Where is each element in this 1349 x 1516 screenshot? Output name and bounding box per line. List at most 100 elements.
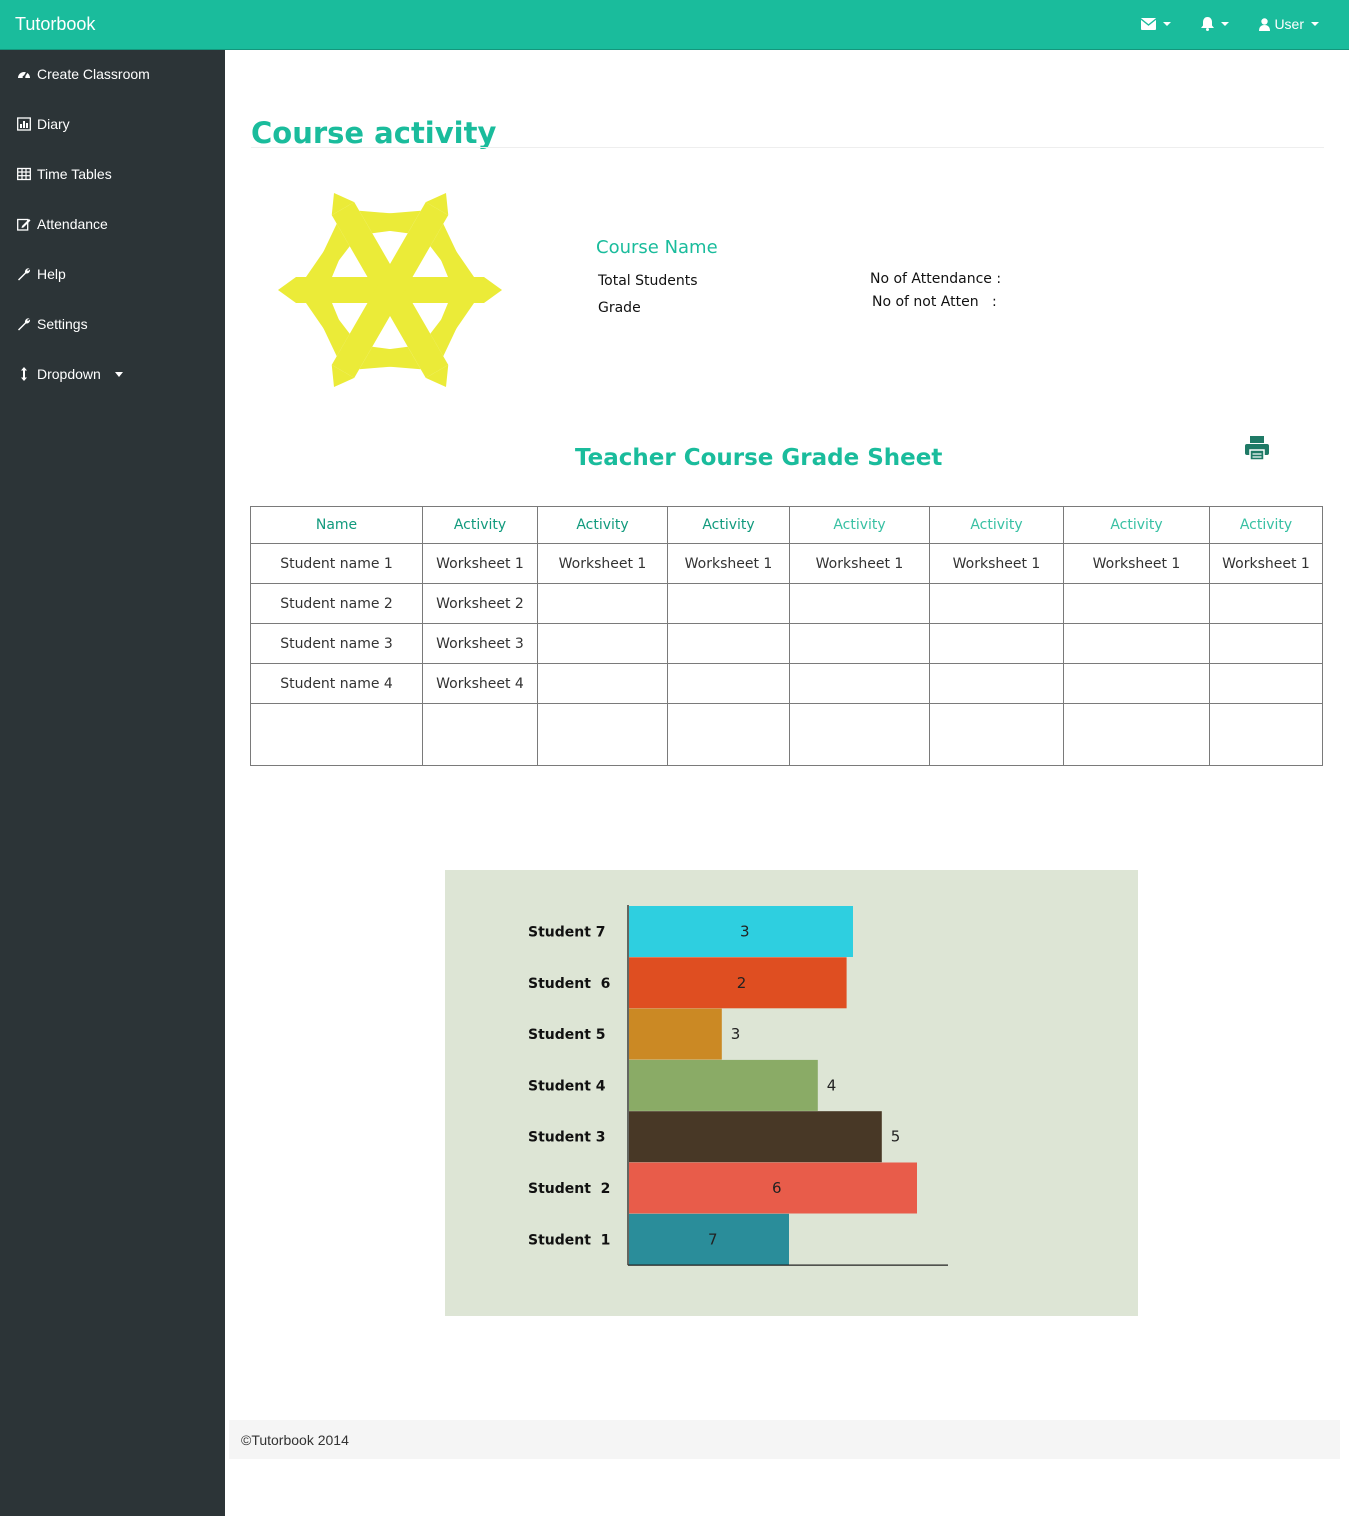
empty-cell xyxy=(537,703,668,766)
chart-value-label: 3 xyxy=(740,923,750,941)
page-title: Course activity xyxy=(251,116,497,150)
activity-cell xyxy=(537,623,668,664)
user-label: User xyxy=(1274,16,1304,32)
sidebar-item-create-classroom[interactable]: Create Classroom xyxy=(17,66,150,82)
caret-down-icon xyxy=(114,371,123,377)
sidebar-item-label: Diary xyxy=(37,116,70,132)
grade-label: Grade xyxy=(598,300,641,316)
chart-category-label: Student 6 xyxy=(528,976,610,992)
activity-cell: Worksheet 4 xyxy=(422,663,538,704)
column-header-activity: Activity xyxy=(1063,506,1210,544)
wrench-icon xyxy=(18,268,31,281)
activity-cell: Worksheet 1 xyxy=(789,543,930,584)
chart-category-label: Student 4 xyxy=(528,1078,606,1094)
activity-cell xyxy=(789,583,930,624)
activity-cell xyxy=(929,663,1064,704)
bell-icon xyxy=(1201,17,1215,31)
sidebar-item-label: Help xyxy=(37,266,66,282)
student-name-cell: Student name 4 xyxy=(250,663,423,704)
empty-cell xyxy=(250,703,423,766)
dashboard-icon xyxy=(18,71,30,79)
activity-cell xyxy=(537,583,668,624)
activity-cell: Worksheet 1 xyxy=(1063,543,1210,584)
activity-cell xyxy=(537,663,668,704)
activity-cell: Worksheet 2 xyxy=(422,583,538,624)
sidebar-item-label: Settings xyxy=(37,316,88,332)
activity-cell: Worksheet 1 xyxy=(929,543,1064,584)
footer: ©Tutorbook 2014 xyxy=(229,1420,1340,1459)
activity-cell xyxy=(929,583,1064,624)
table-icon xyxy=(17,167,31,181)
sidebar-item-label: Time Tables xyxy=(37,166,112,182)
activity-cell xyxy=(789,623,930,664)
table-row: Student name 2 Worksheet 2 xyxy=(250,583,1323,624)
student-name-cell: Student name 2 xyxy=(250,583,423,624)
notifications-dropdown[interactable] xyxy=(1201,16,1230,32)
sidebar-item-help[interactable]: Help xyxy=(17,266,66,282)
table-header-row: Name Activity Activity Activity Activity… xyxy=(250,506,1323,544)
messages-dropdown[interactable] xyxy=(1141,16,1172,32)
chart-value-label: 3 xyxy=(731,1025,741,1043)
chevron-down-icon xyxy=(1163,22,1172,26)
user-dropdown[interactable]: User xyxy=(1259,16,1319,32)
column-header-activity: Activity xyxy=(929,506,1064,544)
arrows-vertical-icon xyxy=(21,367,27,381)
top-navbar: Tutorbook User xyxy=(0,0,1349,50)
chart-value-label: 7 xyxy=(708,1230,718,1248)
activity-cell xyxy=(667,663,790,704)
envelope-icon xyxy=(1141,18,1157,30)
attendance-label: No of Attendance : xyxy=(870,271,1002,287)
chart-category-label: Student 5 xyxy=(528,1027,606,1043)
snowflake-icon xyxy=(278,193,502,387)
student-name-cell: Student name 1 xyxy=(250,543,423,584)
chart-category-label: Student 2 xyxy=(528,1181,610,1197)
sidebar-item-dropdown[interactable]: Dropdown xyxy=(17,366,123,382)
column-header-activity: Activity xyxy=(789,506,930,544)
grade-sheet-title: Teacher Course Grade Sheet xyxy=(575,445,943,471)
brand-logo[interactable]: Tutorbook xyxy=(15,14,95,35)
sidebar-item-time-tables[interactable]: Time Tables xyxy=(17,166,112,182)
navbar-right-menu: User xyxy=(1141,16,1319,32)
chart-category-label: Student 3 xyxy=(528,1130,606,1146)
footer-copyright: ©Tutorbook 2014 xyxy=(241,1432,349,1448)
user-icon xyxy=(1259,17,1271,31)
activity-cell xyxy=(789,663,930,704)
activity-cell xyxy=(1063,663,1210,704)
sidebar-item-diary[interactable]: Diary xyxy=(17,116,70,132)
column-header-activity: Activity xyxy=(422,506,538,544)
chart-bar xyxy=(629,1008,722,1060)
chart-category-label: Student 1 xyxy=(528,1232,610,1248)
course-name-heading: Course Name xyxy=(596,237,718,258)
sidebar-item-label: Attendance xyxy=(37,216,108,232)
edit-icon xyxy=(17,218,31,231)
activity-cell: Worksheet 1 xyxy=(422,543,538,584)
empty-cell xyxy=(667,703,790,766)
chart-value-label: 6 xyxy=(772,1179,782,1197)
sidebar-item-settings[interactable]: Settings xyxy=(17,316,88,332)
activity-cell: Worksheet 3 xyxy=(422,623,538,664)
activity-cell xyxy=(1063,623,1210,664)
chart-bar xyxy=(629,1059,818,1111)
activity-cell: Worksheet 1 xyxy=(537,543,668,584)
main-content: Course activity Course Name Total Studen… xyxy=(225,50,1349,1516)
activity-cell: Worksheet 1 xyxy=(667,543,790,584)
activity-cell: Worksheet 1 xyxy=(1209,543,1323,584)
student-name-cell: Student name 3 xyxy=(250,623,423,664)
title-divider xyxy=(251,147,1324,148)
chart-value-label: 4 xyxy=(827,1076,837,1094)
print-icon[interactable] xyxy=(1244,435,1270,461)
grade-sheet-table: Name Activity Activity Activity Activity… xyxy=(250,506,1323,766)
sidebar: Create Classroom Diary Time Tables Atten… xyxy=(0,50,225,1516)
table-row: Student name 3 Worksheet 3 xyxy=(250,623,1323,664)
empty-cell xyxy=(929,703,1064,766)
activity-cell xyxy=(1209,623,1323,664)
student-bar-chart: Student 7 3 Student 6 2 Student 5 3 Student 4 4… xyxy=(445,870,1138,1316)
column-header-name: Name xyxy=(250,506,423,544)
chevron-down-icon xyxy=(1221,22,1230,26)
activity-cell xyxy=(1209,583,1323,624)
chart-bar xyxy=(629,1111,882,1163)
column-header-activity: Activity xyxy=(537,506,668,544)
wrench-icon xyxy=(18,318,31,331)
activity-cell xyxy=(667,583,790,624)
sidebar-item-attendance[interactable]: Attendance xyxy=(17,216,108,232)
